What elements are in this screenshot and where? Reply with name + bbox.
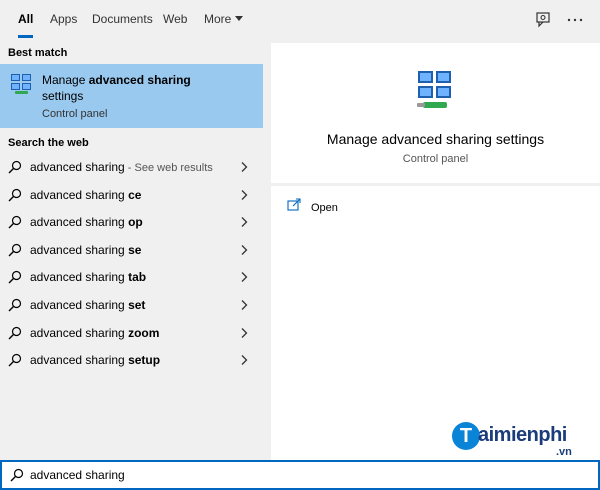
search-icon: [8, 326, 22, 340]
web-suggestion-item[interactable]: advanced sharing set: [0, 292, 263, 319]
suggestion-text: advanced sharing op: [30, 215, 143, 230]
tab-apps[interactable]: Apps: [50, 0, 77, 38]
network-sharing-icon: [11, 74, 31, 94]
best-match-subtitle: Control panel: [42, 108, 108, 120]
chevron-right-icon: [241, 300, 248, 310]
chevron-right-icon: [241, 355, 248, 366]
chevron-right-icon: [241, 189, 248, 200]
suggestion-text: advanced sharing tab: [30, 270, 147, 285]
search-icon: [8, 243, 22, 257]
best-match-title: Manage advanced sharing settings: [42, 73, 191, 103]
caret-down-icon: [235, 16, 244, 21]
suggestion-text: advanced sharing - See web results: [30, 160, 213, 174]
web-suggestion-item[interactable]: advanced sharing se: [0, 237, 263, 264]
suggestion-text: advanced sharing setup: [30, 353, 161, 368]
best-match-heading: Best match: [8, 47, 68, 59]
suggestion-text: advanced sharing zoom: [30, 325, 160, 340]
chevron-right-icon: [241, 272, 248, 283]
search-filter-bar: All Apps Documents Web More: [0, 0, 600, 40]
open-action[interactable]: Open: [287, 198, 407, 218]
tab-all[interactable]: All: [18, 0, 34, 38]
network-sharing-icon: [417, 71, 451, 108]
watermark-text: aimienphi: [478, 424, 567, 446]
feedback-icon[interactable]: [534, 10, 554, 30]
best-match-item[interactable]: Manage advanced sharing settings Control…: [0, 64, 263, 128]
tab-documents[interactable]: Documents: [92, 0, 153, 38]
tab-more[interactable]: More: [204, 0, 244, 38]
tab-web[interactable]: Web: [163, 0, 187, 38]
search-input[interactable]: [30, 465, 590, 485]
preview-card: Manage advanced sharing settings Control…: [271, 43, 600, 183]
search-icon: [8, 160, 22, 174]
watermark-letter: T: [452, 422, 480, 450]
search-icon: [8, 271, 22, 284]
results-list: Best match Manage advanced sharing setti…: [0, 40, 263, 460]
web-suggestion-item[interactable]: advanced sharing op: [0, 209, 263, 236]
suggestion-text: advanced sharing se: [30, 242, 142, 257]
chevron-right-icon: [241, 217, 248, 228]
search-icon: [10, 468, 24, 482]
search-icon: [8, 354, 22, 367]
preview-title: Manage advanced sharing settings: [326, 131, 545, 147]
web-suggestion-item[interactable]: advanced sharing - See web results: [0, 154, 263, 181]
watermark-suffix: .vn: [556, 446, 572, 458]
preview-pane: Manage advanced sharing settings Control…: [263, 40, 600, 460]
more-options-icon[interactable]: [565, 10, 585, 30]
preview-actions: Open: [271, 186, 600, 460]
chevron-right-icon: [241, 162, 248, 172]
preview-subtitle: Control panel: [402, 153, 469, 165]
search-icon: [8, 216, 22, 229]
search-web-heading: Search the web: [8, 137, 89, 149]
chevron-right-icon: [241, 244, 248, 255]
search-icon: [8, 298, 22, 312]
web-suggestion-item[interactable]: advanced sharing ce: [0, 182, 263, 209]
search-icon: [8, 188, 22, 202]
taimienphi-watermark: T aimienphi .vn: [452, 422, 596, 460]
search-box[interactable]: [0, 460, 600, 490]
suggestion-text: advanced sharing ce: [30, 187, 142, 202]
web-suggestion-item[interactable]: advanced sharing tab: [0, 264, 263, 291]
chevron-right-icon: [241, 327, 248, 338]
web-suggestion-item[interactable]: advanced sharing zoom: [0, 320, 263, 347]
open-icon: [287, 198, 301, 211]
suggestion-text: advanced sharing set: [30, 298, 146, 312]
web-suggestion-item[interactable]: advanced sharing setup: [0, 347, 263, 374]
